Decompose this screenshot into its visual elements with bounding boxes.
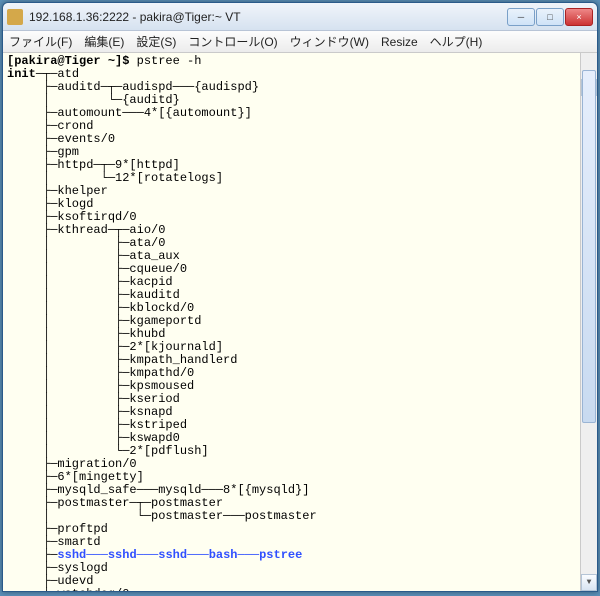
menu-resize[interactable]: Resize <box>381 35 418 49</box>
pstree-line: ├─watchdog/0 <box>7 587 129 591</box>
proc-sshd: sshd <box>158 548 187 562</box>
menu-file[interactable]: ファイル(F) <box>9 33 72 50</box>
pstree-line: │ ├─2*[kjournald] <box>7 340 223 354</box>
vertical-scrollbar[interactable]: ▲ ▼ <box>580 53 597 591</box>
pstree-line: │ ├─kauditd <box>7 288 180 302</box>
title-bar[interactable]: 192.168.1.36:2222 - pakira@Tiger:~ VT ─ … <box>3 3 597 31</box>
pstree-line: ├─ksoftirqd/0 <box>7 210 137 224</box>
pstree-line: ├─khelper <box>7 184 108 198</box>
pstree-line: ├─syslogd <box>7 561 108 575</box>
menu-window[interactable]: ウィンドウ(W) <box>290 33 369 50</box>
pstree-line: │ └─2*[pdflush] <box>7 444 209 458</box>
pstree-branch: ├─ <box>7 548 57 562</box>
scroll-track[interactable] <box>581 70 597 574</box>
pstree-line: ├─auditd─┬─audispd───{audispd} <box>7 80 259 94</box>
pstree-line: │ ├─kblockd/0 <box>7 301 194 315</box>
pstree-line: ├─smartd <box>7 535 101 549</box>
pstree-line: ├─crond <box>7 119 93 133</box>
pstree-line: │ ├─ata_aux <box>7 249 180 263</box>
pstree-line: │ └─postmaster───postmaster <box>7 509 317 523</box>
shell-prompt: [pakira@Tiger ~]$ <box>7 54 137 68</box>
pstree-line: ├─events/0 <box>7 132 115 146</box>
tree-dash: ─── <box>86 548 108 562</box>
menu-edit[interactable]: 編集(E) <box>84 33 124 50</box>
menu-settings[interactable]: 設定(S) <box>136 33 176 50</box>
pstree-line: ├─mysqld_safe───mysqld───8*[{mysqld}] <box>7 483 309 497</box>
scroll-down-button[interactable]: ▼ <box>581 574 597 591</box>
pstree-line: │ ├─ksnapd <box>7 405 173 419</box>
pstree-line: │ ├─kswapd0 <box>7 431 180 445</box>
proc-bash: bash <box>209 548 238 562</box>
tree-dash: ─── <box>238 548 260 562</box>
pstree-root: init <box>7 67 36 81</box>
pstree-line: ├─proftpd <box>7 522 108 536</box>
menu-bar: ファイル(F) 編集(E) 設定(S) コントロール(O) ウィンドウ(W) R… <box>3 31 597 53</box>
scroll-thumb[interactable] <box>582 70 596 423</box>
pstree-line: ├─httpd─┬─9*[httpd] <box>7 158 180 172</box>
app-window: 192.168.1.36:2222 - pakira@Tiger:~ VT ─ … <box>2 2 598 592</box>
app-icon <box>7 9 23 25</box>
pstree-line: │ ├─kgameportd <box>7 314 201 328</box>
maximize-button[interactable]: □ <box>536 8 564 26</box>
tree-dash: ─── <box>187 548 209 562</box>
proc-sshd: sshd <box>108 548 137 562</box>
pstree-line: ├─gpm <box>7 145 79 159</box>
proc-sshd: sshd <box>57 548 86 562</box>
pstree-line: │ ├─kacpid <box>7 275 173 289</box>
proc-pstree: pstree <box>259 548 302 562</box>
pstree-line: │ ├─ata/0 <box>7 236 165 250</box>
pstree-line: ├─udevd <box>7 574 93 588</box>
pstree-line: ├─migration/0 <box>7 457 137 471</box>
pstree-line: ├─klogd <box>7 197 93 211</box>
pstree-line: │ ├─kmpathd/0 <box>7 366 194 380</box>
pstree-line: │ ├─kstriped <box>7 418 187 432</box>
pstree-line: ├─postmaster─┬─postmaster <box>7 496 223 510</box>
menu-control[interactable]: コントロール(O) <box>188 33 277 50</box>
minimize-button[interactable]: ─ <box>507 8 535 26</box>
window-title: 192.168.1.36:2222 - pakira@Tiger:~ VT <box>29 10 507 24</box>
close-button[interactable]: × <box>565 8 593 26</box>
tree-dash: ─── <box>137 548 159 562</box>
pstree-line: │ └─{auditd} <box>7 93 180 107</box>
menu-help[interactable]: ヘルプ(H) <box>430 33 483 50</box>
pstree-line: ├─kthread─┬─aio/0 <box>7 223 165 237</box>
pstree-line: │ ├─kpsmoused <box>7 379 194 393</box>
pstree-line: ├─6*[mingetty] <box>7 470 144 484</box>
pstree-line: ├─automount───4*[{automount}] <box>7 106 252 120</box>
window-buttons: ─ □ × <box>507 8 593 26</box>
pstree-line: │ ├─cqueue/0 <box>7 262 187 276</box>
command: pstree -h <box>137 54 202 68</box>
pstree-line: │ └─12*[rotatelogs] <box>7 171 223 185</box>
pstree-line: │ ├─kseriod <box>7 392 180 406</box>
terminal-output[interactable]: [pakira@Tiger ~]$ pstree -h init─┬─atd ├… <box>3 53 597 591</box>
pstree-line: │ ├─khubd <box>7 327 165 341</box>
pstree-line: │ ├─kmpath_handlerd <box>7 353 237 367</box>
